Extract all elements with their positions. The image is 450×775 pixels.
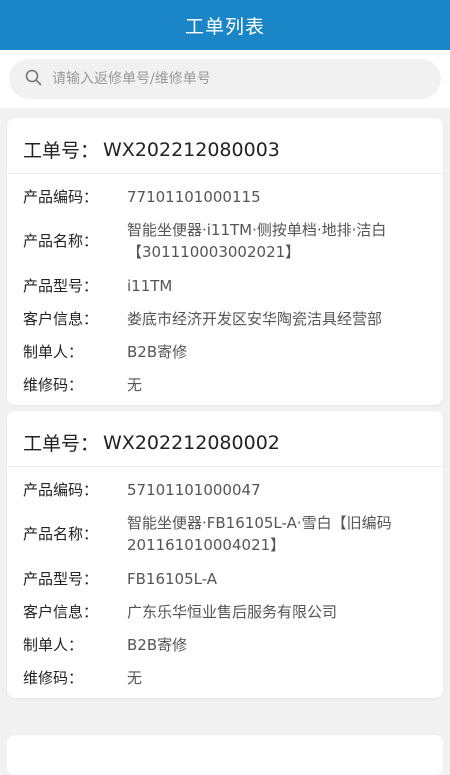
- repair-code: 无: [127, 375, 143, 394]
- repair-code-label: 维修码：: [23, 375, 84, 394]
- order-number-label: 工单号：: [23, 140, 100, 162]
- order-number-row: 工单号： WX202212080002: [7, 411, 443, 467]
- customer-info-row: 客户信息： 娄底市经济开发区安华陶瓷洁具经营部: [7, 302, 443, 335]
- order-number: WX202212080002: [103, 431, 280, 454]
- creator-label: 制单人：: [23, 635, 84, 654]
- product-model-row: 产品型号： FB16105L-A: [7, 562, 443, 595]
- product-model-label: 产品型号：: [23, 276, 99, 295]
- product-code-row: 产品编码： 77101101000115: [7, 180, 443, 213]
- product-code: 77101101000115: [127, 187, 261, 206]
- product-code-row: 产品编码： 57101101000047: [7, 473, 443, 506]
- product-model: FB16105L-A: [127, 569, 218, 588]
- product-name-row: 产品名称： 智能坐便器·FB16105L-A·雪白【旧编码20116101000…: [7, 506, 443, 562]
- creator: B2B寄修: [127, 635, 188, 654]
- product-code: 57101101000047: [127, 480, 261, 499]
- product-code-label: 产品编码：: [23, 480, 99, 499]
- order-list: 工单号： WX202212080003 产品编码： 77101101000115…: [0, 108, 450, 698]
- product-name-label: 产品名称：: [23, 232, 99, 250]
- product-name-row: 产品名称： 智能坐便器·i11TM·侧按单档·地排·洁白【30111000300…: [7, 213, 443, 269]
- page-title: 工单列表: [184, 15, 265, 38]
- product-name: 智能坐便器·FB16105L-A·雪白【旧编码201161010004021】: [127, 514, 392, 554]
- search-icon: [25, 69, 42, 90]
- creator-row: 制单人： B2B寄修: [7, 335, 443, 368]
- customer-info-label: 客户信息：: [23, 602, 99, 621]
- app-header: 工单列表: [0, 0, 450, 50]
- customer-info: 娄底市经济开发区安华陶瓷洁具经营部: [127, 309, 383, 328]
- product-model: i11TM: [127, 276, 173, 295]
- customer-info: 广东乐华恒业售后服务有限公司: [127, 602, 338, 621]
- creator-row: 制单人： B2B寄修: [7, 628, 443, 661]
- order-number: WX202212080003: [103, 138, 280, 161]
- repair-code: 无: [127, 668, 143, 687]
- search-input[interactable]: [50, 70, 384, 88]
- product-model-row: 产品型号： i11TM: [7, 269, 443, 302]
- product-name: 智能坐便器·i11TM·侧按单档·地排·洁白【301110003002021】: [127, 221, 387, 261]
- repair-code-row: 维修码： 无: [7, 661, 443, 694]
- product-model-label: 产品型号：: [23, 569, 99, 588]
- repair-code-row: 维修码： 无: [7, 368, 443, 401]
- order-card[interactable]: 工单号： WX202212080003 产品编码： 77101101000115…: [7, 118, 443, 405]
- order-number-row: 工单号： WX202212080003: [7, 118, 443, 174]
- search-bar: [0, 50, 450, 108]
- order-card[interactable]: 工单号： WX202212080002 产品编码： 57101101000047…: [7, 411, 443, 698]
- creator-label: 制单人：: [23, 342, 84, 361]
- customer-info-label: 客户信息：: [23, 309, 99, 328]
- order-number-label: 工单号：: [23, 433, 100, 455]
- customer-info-row: 客户信息： 广东乐华恒业售后服务有限公司: [7, 595, 443, 628]
- repair-code-label: 维修码：: [23, 668, 84, 687]
- creator: B2B寄修: [127, 342, 188, 361]
- product-code-label: 产品编码：: [23, 187, 99, 206]
- product-name-label: 产品名称：: [23, 525, 99, 543]
- search-box[interactable]: [9, 59, 441, 99]
- order-card-partial[interactable]: [7, 735, 443, 775]
